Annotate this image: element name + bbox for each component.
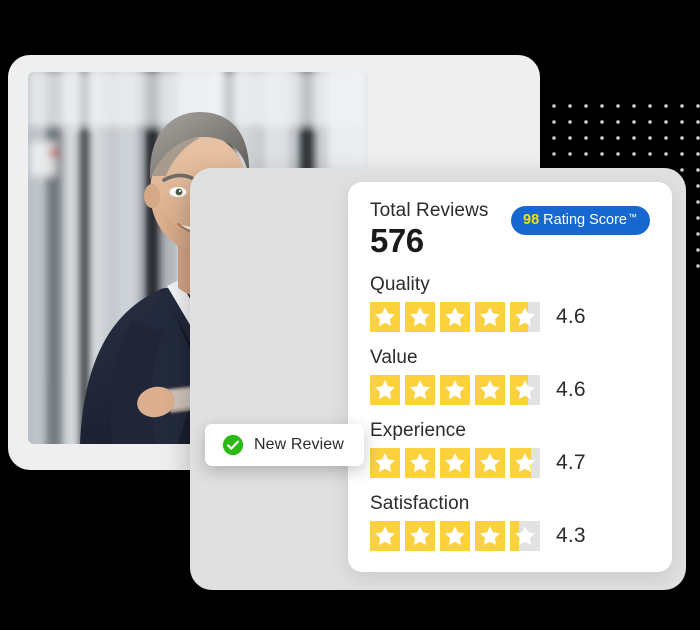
trademark-symbol: ™ <box>628 212 637 222</box>
star-icon <box>510 302 540 332</box>
new-review-toast[interactable]: New Review <box>205 424 364 466</box>
rating-category-label: Experience <box>370 420 467 441</box>
promo-graphic: Total Reviews 576 98 Rating Score ™ Qual… <box>0 0 700 630</box>
check-circle-icon <box>222 434 244 456</box>
total-reviews-label: Total Reviews <box>370 200 489 221</box>
star-rating[interactable] <box>370 375 545 405</box>
rating-row: Experience 4.7 <box>370 419 650 478</box>
star-icon <box>440 375 470 405</box>
star-icon <box>370 375 400 405</box>
rating-row: Satisfaction 4.3 <box>370 492 650 551</box>
star-icon <box>405 448 435 478</box>
star-icon <box>370 448 400 478</box>
rating-score-value: 4.6 <box>556 378 586 401</box>
new-review-label: New Review <box>254 436 344 453</box>
star-rating[interactable] <box>370 448 545 478</box>
star-icon <box>440 521 470 551</box>
rating-line: 4.6 <box>370 302 650 332</box>
rating-line: 4.7 <box>370 448 650 478</box>
star-icon <box>440 448 470 478</box>
star-icon <box>370 521 400 551</box>
star-icon <box>475 302 505 332</box>
star-icon <box>510 521 540 551</box>
rating-score-value: 4.6 <box>556 305 586 328</box>
star-icon <box>370 302 400 332</box>
star-icon <box>475 375 505 405</box>
rating-row: Quality 4.6 <box>370 273 650 332</box>
star-icon <box>475 521 505 551</box>
rating-score-value: 4.7 <box>556 451 586 474</box>
rating-category-label: Quality <box>370 274 430 295</box>
rating-score-value: 4.3 <box>556 524 586 547</box>
total-reviews-value: 576 <box>370 222 424 259</box>
rating-category-label: Satisfaction <box>370 493 470 514</box>
star-icon <box>510 448 540 478</box>
star-icon <box>405 302 435 332</box>
rating-rows: Quality 4.6 Value 4.6 Experience 4.7 Satisfact… <box>370 273 650 551</box>
rating-line: 4.6 <box>370 375 650 405</box>
rating-score-label: Rating Score <box>543 212 627 228</box>
rating-line: 4.3 <box>370 521 650 551</box>
star-icon <box>440 302 470 332</box>
star-icon <box>475 448 505 478</box>
rating-row: Value 4.6 <box>370 346 650 405</box>
total-reviews-block: Total Reviews 576 <box>370 200 489 259</box>
star-icon <box>405 521 435 551</box>
star-icon <box>405 375 435 405</box>
ratings-card: Total Reviews 576 98 Rating Score ™ Qual… <box>348 182 672 572</box>
star-rating[interactable] <box>370 521 545 551</box>
rating-score-number: 98 <box>523 212 540 228</box>
star-rating[interactable] <box>370 302 545 332</box>
rating-category-label: Value <box>370 347 418 368</box>
ratings-header: Total Reviews 576 98 Rating Score ™ <box>370 200 650 259</box>
rating-score-badge[interactable]: 98 Rating Score ™ <box>511 206 650 235</box>
star-icon <box>510 375 540 405</box>
